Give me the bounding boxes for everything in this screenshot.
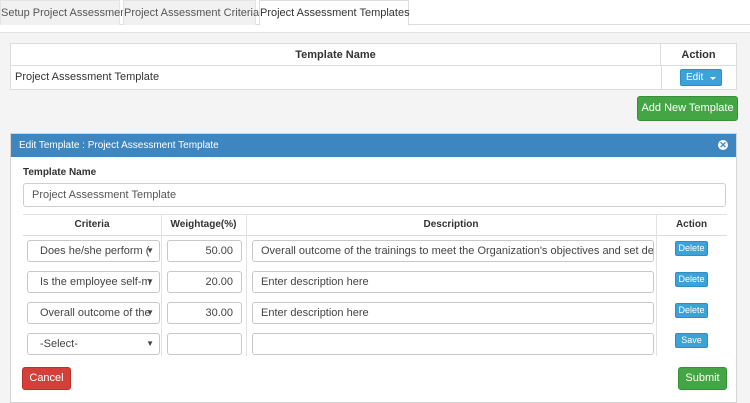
dropdown-arrow-icon: ▼	[146, 246, 154, 255]
caret-down-icon	[710, 77, 716, 80]
dropdown-arrow-icon: ▼	[146, 339, 154, 348]
column-header-template-name: Template Name	[11, 44, 661, 66]
column-header-action: Action	[681, 49, 716, 61]
column-divider	[246, 214, 247, 356]
column-header-weightage: Weightage(%)	[161, 214, 246, 236]
template-name-input[interactable]: Project Assessment Template	[23, 183, 726, 207]
criteria-select[interactable]: Is the employee self-m ▼	[27, 271, 160, 293]
tab-project-assessment-criteria[interactable]: Project Assessment Criteria	[123, 0, 259, 25]
tab-setup-project-assessment[interactable]: Setup Project Assessment	[0, 0, 129, 25]
column-header-action: Action	[656, 214, 727, 236]
description-input[interactable]: Enter description here	[252, 302, 654, 324]
column-divider	[661, 66, 662, 89]
weightage-input[interactable]: 50.00	[167, 240, 242, 262]
edit-template-header: Edit Template : Project Assessment Templ…	[11, 134, 736, 157]
column-header-criteria: Criteria	[23, 214, 161, 236]
criteria-table: Criteria Weightage(%) Description Action…	[23, 214, 727, 356]
save-button[interactable]: Save	[675, 333, 708, 348]
add-new-template-button[interactable]: Add New Template	[637, 96, 738, 121]
close-icon[interactable]: ✕	[718, 140, 728, 150]
weightage-input[interactable]: 30.00	[167, 302, 242, 324]
weightage-input[interactable]: 20.00	[167, 271, 242, 293]
criteria-select[interactable]: Does he/she perform ( ▼	[27, 240, 160, 262]
tab-project-assessment-templates[interactable]: Project Assessment Templates	[259, 0, 410, 26]
criteria-select[interactable]: -Select- ▼	[27, 333, 160, 355]
description-input[interactable]	[252, 333, 654, 355]
description-input[interactable]: Overall outcome of the trainings to meet…	[252, 240, 654, 262]
criteria-select-value: Does he/she perform (	[40, 245, 150, 257]
weightage-input[interactable]	[167, 333, 242, 355]
column-header-description: Description	[246, 214, 656, 236]
delete-button[interactable]: Delete	[675, 241, 708, 256]
dropdown-arrow-icon: ▼	[146, 277, 154, 286]
table-header: Template Name Action	[11, 44, 736, 66]
dropdown-arrow-icon: ▼	[146, 308, 154, 317]
templates-table: Template Name Action Project Assessment …	[10, 43, 737, 90]
column-divider	[161, 214, 162, 356]
edit-label: Edit	[686, 72, 704, 83]
description-input[interactable]: Enter description here	[252, 271, 654, 293]
submit-button[interactable]: Submit	[678, 367, 727, 390]
criteria-select-value: Overall outcome of the	[40, 307, 151, 319]
column-divider	[656, 214, 657, 356]
cancel-button[interactable]: Cancel	[22, 367, 71, 390]
table-row: Project Assessment Template Edit	[11, 66, 736, 89]
edit-dropdown-button[interactable]: Edit	[680, 69, 722, 86]
edit-template-title: Edit Template : Project Assessment Templ…	[19, 140, 219, 151]
template-name-cell: Project Assessment Template	[15, 71, 160, 83]
criteria-select-value: -Select-	[40, 338, 78, 350]
edit-template-panel: Edit Template : Project Assessment Templ…	[10, 133, 737, 403]
criteria-select-value: Is the employee self-m	[40, 276, 151, 288]
template-name-label: Template Name	[23, 167, 97, 178]
criteria-select[interactable]: Overall outcome of the ▼	[27, 302, 160, 324]
delete-button[interactable]: Delete	[675, 303, 708, 318]
delete-button[interactable]: Delete	[675, 272, 708, 287]
tab-bar: Setup Project Assessment Project Assessm…	[0, 0, 750, 26]
